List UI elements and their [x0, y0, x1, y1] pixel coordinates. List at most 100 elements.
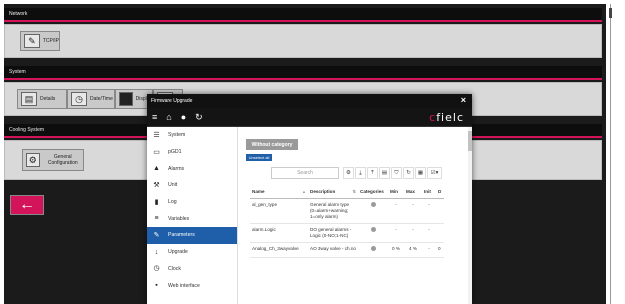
tile-tcpip[interactable]: ✎ TCP/IP — [20, 31, 60, 51]
cell-min: - — [388, 198, 404, 225]
section-header-system: System — [4, 66, 602, 80]
cell-description: AO 3way valve - ch.no — [308, 242, 358, 258]
cell-init: - — [422, 223, 436, 244]
cell-min: - — [388, 223, 404, 244]
column-header-init[interactable]: Init — [422, 186, 436, 199]
general-config-icon: ⚙ — [26, 153, 40, 167]
upload-icon[interactable]: ⤒ — [367, 167, 378, 179]
cell-d: 0 — [436, 242, 444, 258]
sidebar-item-clock[interactable]: ◷ Clock — [147, 261, 237, 278]
search-input[interactable]: Search — [271, 167, 339, 179]
tile-general-configuration[interactable]: ⚙ General Configuration — [22, 149, 84, 171]
column-header-max[interactable]: Max — [404, 186, 422, 199]
arrow-down-icon: ↓ — [154, 248, 159, 256]
table-row[interactable]: Analog_Ch_3wayvalve AO 3way valve - ch.no… — [250, 242, 444, 258]
menu-icon[interactable]: ≡ — [152, 112, 157, 122]
table-header-row: Name ▲ Description ⇅ Categories Min Max In… — [250, 186, 444, 199]
dialog-sidebar: ☰ System ▭ pGD1 ▲ Alarms ⚒ Unit ▮ Log ≡ Variables ✎ P… — [147, 127, 238, 304]
cell-categories — [358, 198, 388, 225]
category-dot-icon[interactable] — [370, 246, 376, 252]
sidebar-item-parameters[interactable]: ✎ Parameters — [147, 227, 237, 244]
dialog-scrollbar-thumb[interactable] — [468, 131, 472, 151]
parameters-table: Name ▲ Description ⇅ Categories Min Max In… — [250, 186, 444, 258]
sidebar-item-label: Variables — [168, 215, 190, 222]
wrench-icon: ✎ — [153, 231, 160, 239]
columns-icon[interactable]: ☑▾ — [427, 167, 442, 179]
sidebar-item-label: pGD1 — [168, 149, 182, 156]
cell-name: Analog_Ch_3wayvalve — [250, 242, 308, 258]
book-icon: ▮ — [154, 198, 159, 206]
sidebar-item-label: Web interface — [168, 282, 200, 289]
settings-icon[interactable]: ⚙ — [343, 167, 354, 179]
clock-icon: ◷ — [71, 92, 87, 106]
sidebar-item-pgd1[interactable]: ▭ pGD1 — [147, 144, 237, 161]
sidebar-item-variables[interactable]: ≡ Variables — [147, 210, 237, 227]
sidebar-item-log[interactable]: ▮ Log — [147, 194, 237, 211]
cell-init: - — [422, 198, 436, 225]
calendar-icon[interactable]: ▦ — [415, 167, 426, 179]
save-icon[interactable]: ▤ — [379, 167, 390, 179]
tile-label: Date/Time — [90, 96, 113, 102]
sidebar-item-system[interactable]: ☰ System — [147, 127, 237, 144]
page-scrollbar-thumb[interactable] — [609, 8, 612, 18]
category-dot-icon[interactable] — [370, 201, 376, 207]
cell-max: 4 % — [404, 242, 422, 258]
sidebar-item-unit[interactable]: ⚒ Unit — [147, 177, 237, 194]
network-cable-icon: ✎ — [24, 34, 40, 48]
cell-name: alarm.Logic — [250, 223, 308, 244]
cell-min: 0 % — [388, 242, 404, 258]
table-row[interactable]: alarm.Logic DO general alarms - Logic (0-… — [250, 223, 444, 244]
sidebar-item-label: Clock — [168, 265, 181, 272]
server-icon: ☰ — [153, 131, 160, 139]
page-scrollbar[interactable] — [610, 4, 611, 304]
refresh-icon[interactable]: ↻ — [195, 112, 203, 122]
column-header-d[interactable]: D — [436, 186, 444, 199]
column-header-min[interactable]: Min — [388, 186, 404, 199]
tile-details[interactable]: ▤ Details — [17, 89, 67, 109]
refresh-icon[interactable]: ↻ — [403, 167, 414, 179]
close-icon[interactable]: × — [461, 96, 466, 105]
cell-max: - — [404, 198, 422, 225]
cell-description: DO general alarms - Logic (0-NO;1-NC) — [308, 223, 358, 244]
download-icon[interactable]: ⤓ — [355, 167, 366, 179]
column-header-name[interactable]: Name ▲ — [250, 186, 308, 199]
sidebar-item-web-interface[interactable]: ▪ Web interface — [147, 277, 237, 294]
dialog-titlebar: Firmware Upgrade × — [147, 94, 472, 108]
details-icon: ▤ — [21, 92, 37, 106]
filter-icon[interactable]: ⛉ — [391, 167, 402, 179]
unselect-all-button[interactable]: Unselect all — [246, 154, 272, 161]
tile-label: General Configuration — [47, 154, 78, 166]
back-button[interactable]: ← — [10, 195, 44, 215]
dialog-title: Firmware Upgrade — [151, 98, 193, 104]
table-toolbar: ⚙ ⤓ ⤒ ▤ ⛉ ↻ ▦ ☑▾ — [343, 167, 442, 179]
cell-d — [436, 198, 444, 225]
cell-d — [436, 223, 444, 244]
cell-categories — [358, 223, 388, 244]
column-header-description[interactable]: Description ⇅ — [308, 186, 358, 199]
table-row[interactable]: al_gen_type General alarm type (0=alarm+w… — [250, 198, 444, 225]
sidebar-item-label: Unit — [168, 182, 178, 189]
section-network: ✎ TCP/IP — [4, 24, 602, 58]
tile-datetime[interactable]: ◷ Date/Time — [67, 89, 115, 109]
dialog-scrollbar[interactable] — [468, 127, 472, 304]
arrow-left-icon: ← — [19, 196, 35, 213]
monitor-icon: ▭ — [153, 148, 160, 156]
sidebar-item-upgrade[interactable]: ↓ Upgrade — [147, 244, 237, 261]
database-icon: ≡ — [154, 215, 159, 223]
web-icon: ▪ — [155, 282, 158, 290]
user-icon[interactable]: ● — [181, 112, 186, 122]
sidebar-item-label: Parameters — [168, 232, 195, 239]
column-header-categories[interactable]: Categories — [358, 186, 388, 199]
firmware-upgrade-dialog: Firmware Upgrade × ≡ ⌂ ● ↻ cfielc ☰ Syste… — [147, 94, 472, 304]
sidebar-item-alarms[interactable]: ▲ Alarms — [147, 160, 237, 177]
sidebar-item-label: Alarms — [168, 165, 185, 172]
tile-label: Details — [40, 96, 56, 102]
home-icon[interactable]: ⌂ — [166, 112, 171, 122]
cell-categories — [358, 242, 388, 258]
cell-init: - — [422, 242, 436, 258]
section-header-network: Network — [4, 8, 602, 22]
sidebar-item-label: Upgrade — [168, 249, 188, 256]
tile-label: TCP/IP — [42, 38, 59, 44]
category-dot-icon[interactable] — [370, 227, 376, 233]
without-category-button[interactable]: Without category — [246, 139, 298, 150]
